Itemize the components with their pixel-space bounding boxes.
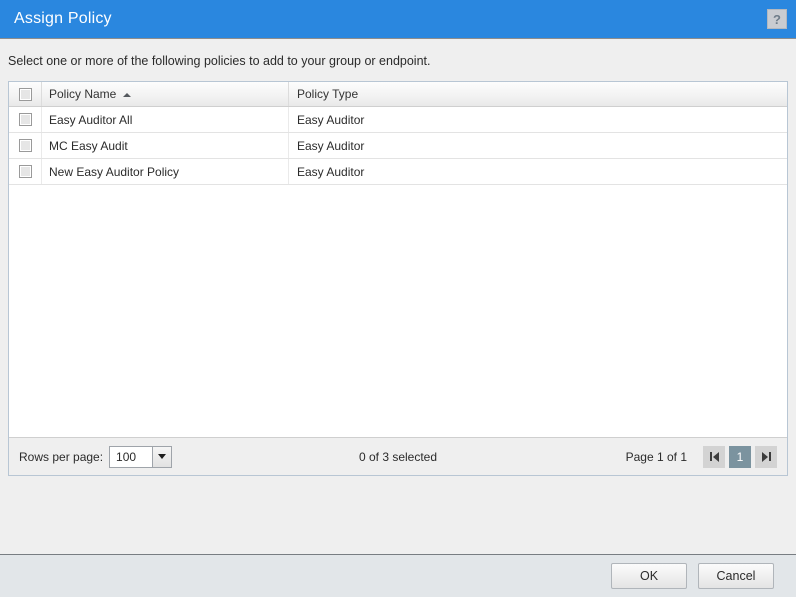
grid-footer: Rows per page: 100 0 of 3 selected Page … (9, 437, 787, 475)
rows-per-page-value: 100 (116, 449, 137, 464)
select-all-checkbox[interactable] (18, 87, 32, 101)
grid-body: Easy Auditor All Easy Auditor MC Easy Au… (9, 107, 787, 437)
table-row[interactable]: MC Easy Audit Easy Auditor (9, 133, 787, 159)
select-all-cell[interactable] (9, 82, 42, 106)
dialog-button-bar: OK Cancel (0, 554, 796, 597)
rows-per-page-label: Rows per page: (19, 449, 104, 464)
column-header-policy-name[interactable]: Policy Name (42, 82, 289, 106)
sort-ascending-icon (123, 92, 132, 97)
pagination-controls: Page 1 of 1 1 (625, 445, 777, 468)
row-select-cell[interactable] (9, 133, 42, 158)
cell-policy-type: Easy Auditor (289, 159, 787, 184)
row-checkbox[interactable] (18, 139, 32, 152)
dialog-titlebar: Assign Policy ? (0, 0, 796, 39)
column-header-policy-name-label: Policy Name (49, 87, 117, 101)
cell-policy-name: MC Easy Audit (42, 133, 289, 158)
rows-per-page-group: Rows per page: 100 (19, 445, 173, 468)
policy-type-text: Easy Auditor (297, 112, 365, 127)
grid-header-row: Policy Name Policy Type (9, 82, 787, 107)
column-header-policy-type[interactable]: Policy Type (289, 82, 787, 106)
cell-policy-type: Easy Auditor (289, 133, 787, 158)
first-page-glyph (709, 451, 719, 462)
row-checkbox[interactable] (18, 113, 32, 126)
column-header-policy-type-label: Policy Type (297, 87, 359, 101)
instruction-text: Select one or more of the following poli… (8, 54, 431, 68)
page-indicator-label: Page 1 of 1 (625, 449, 687, 464)
cell-policy-type: Easy Auditor (289, 107, 787, 132)
help-icon-glyph: ? (773, 11, 781, 27)
help-icon[interactable]: ? (767, 9, 787, 29)
policy-type-text: Easy Auditor (297, 138, 365, 153)
first-page-icon[interactable] (703, 445, 725, 468)
dialog-title: Assign Policy (14, 10, 112, 27)
last-page-icon[interactable] (755, 445, 777, 468)
policy-name-text: New Easy Auditor Policy (49, 164, 180, 179)
policy-grid: Policy Name Policy Type Easy Auditor All (8, 81, 788, 476)
dialog-body: Select one or more of the following poli… (0, 39, 796, 554)
cancel-button[interactable]: Cancel (698, 563, 774, 589)
chevron-down-glyph (158, 454, 167, 459)
assign-policy-dialog: Assign Policy ? Select one or more of th… (0, 0, 796, 597)
last-page-glyph (761, 451, 771, 462)
row-checkbox[interactable] (18, 165, 32, 178)
table-row[interactable]: Easy Auditor All Easy Auditor (9, 107, 787, 133)
chevron-down-icon[interactable] (152, 446, 172, 467)
policy-type-text: Easy Auditor (297, 164, 365, 179)
ok-button[interactable]: OK (611, 563, 687, 589)
policy-name-text: Easy Auditor All (49, 112, 133, 127)
page-number-button-1[interactable]: 1 (729, 445, 751, 468)
cell-policy-name: New Easy Auditor Policy (42, 159, 289, 184)
table-row[interactable]: New Easy Auditor Policy Easy Auditor (9, 159, 787, 185)
row-select-cell[interactable] (9, 107, 42, 132)
policy-name-text: MC Easy Audit (49, 138, 128, 153)
row-select-cell[interactable] (9, 159, 42, 184)
rows-per-page-select[interactable]: 100 (109, 445, 173, 468)
cell-policy-name: Easy Auditor All (42, 107, 289, 132)
